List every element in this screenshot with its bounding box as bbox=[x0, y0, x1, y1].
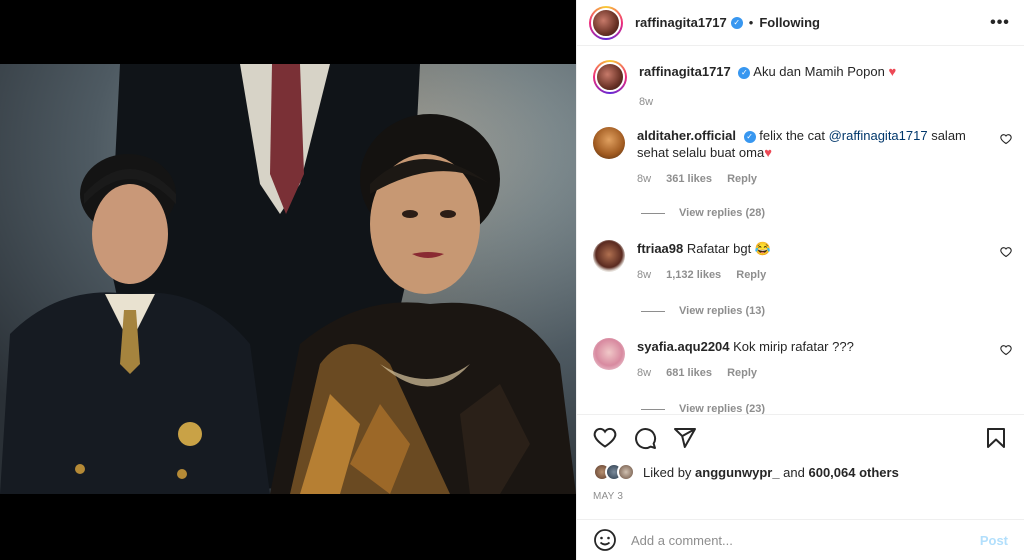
comment-item: alditaher.official ✓ felix the cat @raff… bbox=[593, 127, 1012, 188]
reply-button[interactable]: Reply bbox=[727, 367, 757, 379]
post-header: raffinagita1717 ✓ • Following ••• bbox=[577, 0, 1024, 46]
share-icon[interactable] bbox=[673, 426, 697, 450]
liker-avatars[interactable] bbox=[593, 463, 635, 481]
post-media bbox=[0, 0, 576, 560]
more-options-icon[interactable]: ••• bbox=[988, 14, 1012, 32]
comment-likes[interactable]: 361 likes bbox=[666, 173, 712, 185]
comment-text: felix the cat bbox=[759, 128, 829, 143]
laughing-emoji: 😂 bbox=[754, 241, 772, 256]
verified-badge-icon: ✓ bbox=[738, 66, 751, 79]
post-actions: Liked by anggunwypr_ and 600,064 others … bbox=[577, 414, 1024, 502]
comment-likes[interactable]: 681 likes bbox=[666, 367, 712, 379]
comment-text: Kok mirip rafatar ??? bbox=[733, 339, 854, 354]
like-comment-heart-icon[interactable] bbox=[1000, 246, 1012, 258]
verified-badge-icon: ✓ bbox=[743, 130, 756, 143]
commenter-avatar[interactable] bbox=[593, 338, 625, 370]
like-comment-heart-icon[interactable] bbox=[1000, 133, 1012, 145]
comment-mention[interactable]: @raffinagita1717 bbox=[829, 128, 928, 143]
view-replies-button[interactable]: View replies (28) bbox=[641, 207, 765, 219]
bookmark-icon[interactable] bbox=[984, 426, 1008, 450]
red-heart-emoji: ♥ bbox=[888, 64, 897, 79]
comment-item: syafia.aqu2204 Kok mirip rafatar ??? 8w … bbox=[593, 338, 1012, 382]
comment-username[interactable]: ftriaa98 bbox=[637, 241, 683, 256]
author-avatar[interactable] bbox=[589, 5, 623, 40]
following-button[interactable]: Following bbox=[759, 15, 820, 30]
add-comment-bar: Post bbox=[577, 519, 1024, 560]
post-viewer: raffinagita1717 ✓ • Following ••• raffin… bbox=[0, 0, 1024, 560]
caption-username[interactable]: raffinagita1717 bbox=[639, 64, 731, 79]
comment-input[interactable] bbox=[631, 532, 980, 548]
liked-by-summary: Liked by anggunwypr_ and 600,064 others bbox=[593, 461, 1008, 483]
caption-time: 8w bbox=[639, 96, 654, 108]
comment-text: Rafatar bgt bbox=[686, 241, 752, 256]
author-username[interactable]: raffinagita1717 bbox=[635, 15, 727, 30]
heart-icon[interactable] bbox=[593, 426, 617, 450]
view-replies-button[interactable]: View replies (23) bbox=[641, 403, 765, 414]
caption-row: raffinagita1717 ✓ Aku dan Mamih Popon ♥ … bbox=[593, 60, 1012, 111]
emoji-icon[interactable] bbox=[593, 528, 617, 552]
post-details-panel: raffinagita1717 ✓ • Following ••• raffin… bbox=[576, 0, 1024, 560]
view-replies-button[interactable]: View replies (13) bbox=[641, 305, 765, 317]
comments-list[interactable]: raffinagita1717 ✓ Aku dan Mamih Popon ♥ … bbox=[577, 47, 1024, 414]
comment-item: ftriaa98 Rafatar bgt 😂 8w 1,132 likes Re… bbox=[593, 240, 1012, 284]
liked-by-prefix: Liked by bbox=[643, 464, 692, 480]
comment-likes[interactable]: 1,132 likes bbox=[666, 269, 721, 281]
reply-button[interactable]: Reply bbox=[736, 269, 766, 281]
post-date[interactable]: MAY 3 bbox=[593, 491, 1008, 502]
reply-button[interactable]: Reply bbox=[727, 173, 757, 185]
like-comment-heart-icon[interactable] bbox=[1000, 344, 1012, 356]
caption-text: Aku dan Mamih Popon bbox=[753, 64, 885, 79]
post-comment-button[interactable]: Post bbox=[980, 533, 1008, 548]
vintage-portrait-image bbox=[0, 64, 576, 494]
comment-time[interactable]: 8w bbox=[637, 269, 651, 281]
commenter-avatar[interactable] bbox=[593, 127, 625, 159]
comment-icon[interactable] bbox=[633, 426, 657, 450]
liked-by-others[interactable]: 600,064 others bbox=[808, 465, 898, 480]
post-photo[interactable] bbox=[0, 64, 576, 494]
comment-username[interactable]: alditaher.official bbox=[637, 128, 736, 143]
liked-by-and: and bbox=[779, 464, 809, 480]
comment-time[interactable]: 8w bbox=[637, 367, 651, 379]
caption-avatar[interactable] bbox=[593, 60, 627, 94]
liked-by-user[interactable]: anggunwypr_ bbox=[695, 465, 780, 480]
comment-username[interactable]: syafia.aqu2204 bbox=[637, 339, 730, 354]
separator-dot: • bbox=[748, 15, 754, 30]
verified-badge-icon: ✓ bbox=[730, 16, 743, 29]
commenter-avatar[interactable] bbox=[593, 240, 625, 272]
red-heart-emoji: ♥ bbox=[764, 145, 772, 160]
comment-time[interactable]: 8w bbox=[637, 173, 651, 185]
